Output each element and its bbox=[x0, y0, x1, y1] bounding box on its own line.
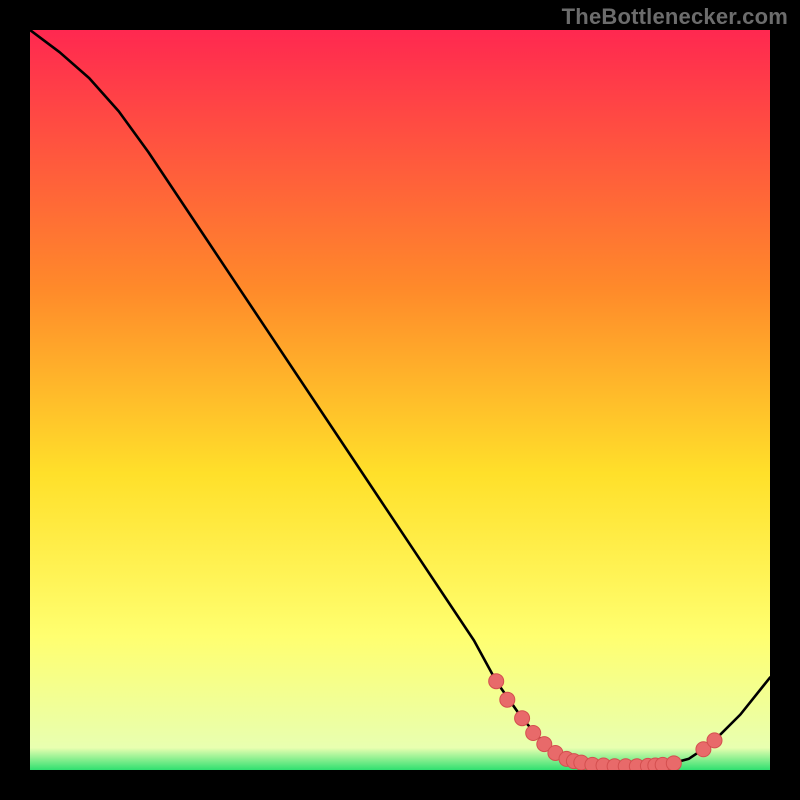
data-marker bbox=[707, 733, 722, 748]
plot-area bbox=[30, 30, 770, 770]
watermark-text: TheBottlenecker.com bbox=[562, 4, 788, 30]
data-marker bbox=[500, 692, 515, 707]
data-marker bbox=[489, 674, 504, 689]
data-marker bbox=[526, 726, 541, 741]
data-marker bbox=[666, 756, 681, 770]
data-marker bbox=[515, 711, 530, 726]
chart-svg bbox=[30, 30, 770, 770]
chart-frame: TheBottlenecker.com bbox=[0, 0, 800, 800]
